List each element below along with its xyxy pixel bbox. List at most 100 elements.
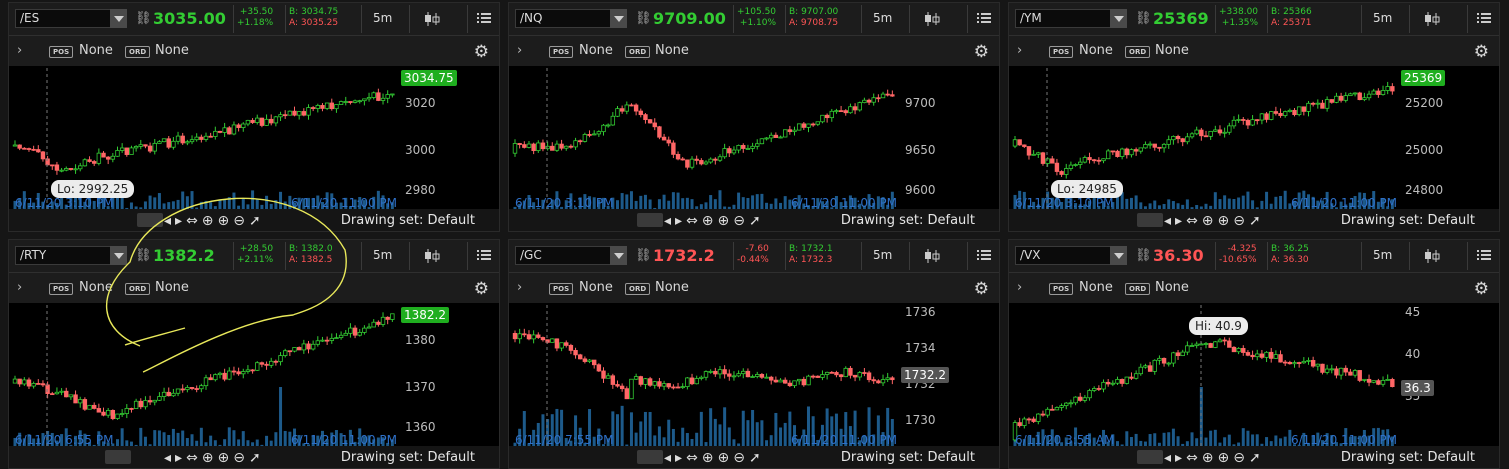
scroll-right-icon[interactable]: ▸ [1175, 213, 1186, 229]
drawing-set-label[interactable]: Drawing set: Default [1341, 213, 1475, 228]
timeframe-selector[interactable]: 5m [873, 248, 892, 262]
fit-icon[interactable]: ⇔ [1186, 450, 1202, 466]
price-chart[interactable]: 6/11/20 3:55 AM 6/11/20 11:00 PM Hi: 40.9 [1011, 305, 1401, 447]
expand-chevron-icon[interactable]: › [17, 280, 22, 295]
cursor-icon[interactable]: ➚ [749, 450, 765, 466]
symbol-dropdown-button[interactable] [1110, 246, 1127, 265]
menu-icon[interactable] [977, 10, 991, 24]
menu-icon[interactable] [1477, 247, 1491, 261]
price-chart[interactable]: 6/11/20 3:10 PM 6/11/20 11:00 PM Lo: 2992.… [11, 68, 401, 210]
candlestick-icon[interactable] [423, 248, 441, 264]
cursor-icon[interactable]: ➚ [1249, 213, 1265, 229]
timeframe-selector[interactable]: 5m [1373, 11, 1392, 25]
zoom-in-icon[interactable]: ⊕ [718, 450, 734, 466]
menu-icon[interactable] [1477, 10, 1491, 24]
link-icon[interactable]: ⛓ [635, 9, 652, 28]
scroll-handle[interactable] [105, 450, 131, 464]
symbol-dropdown-button[interactable] [1110, 9, 1127, 28]
candlestick-chart[interactable] [11, 305, 401, 447]
scroll-right-icon[interactable]: ▸ [1175, 450, 1186, 466]
scroll-handle[interactable] [1137, 450, 1163, 464]
settings-gear-icon[interactable]: ⚙ [1474, 279, 1489, 299]
price-chart[interactable]: 6/11/20 3:10 PM 6/11/20 11:00 PM Lo: 24985 [1011, 68, 1401, 210]
candlestick-icon[interactable] [1423, 248, 1441, 264]
zoom-in-icon[interactable]: ⊕ [218, 213, 234, 229]
link-icon[interactable]: ⛓ [135, 246, 152, 265]
zoom-in-icon[interactable]: ⊕ [218, 450, 234, 466]
scroll-left-icon[interactable]: ◂ [664, 213, 675, 229]
candlestick-icon[interactable] [923, 248, 941, 264]
link-icon[interactable]: ⛓ [135, 9, 152, 28]
settings-gear-icon[interactable]: ⚙ [1474, 42, 1489, 62]
link-icon[interactable]: ⛓ [1135, 9, 1152, 28]
crosshair-icon[interactable]: ⊕ [702, 213, 718, 229]
drawing-set-label[interactable]: Drawing set: Default [841, 213, 975, 228]
expand-chevron-icon[interactable]: › [1017, 280, 1022, 295]
cursor-icon[interactable]: ➚ [249, 213, 265, 229]
cursor-icon[interactable]: ➚ [749, 213, 765, 229]
settings-gear-icon[interactable]: ⚙ [474, 279, 489, 299]
crosshair-icon[interactable]: ⊕ [202, 213, 218, 229]
timeframe-selector[interactable]: 5m [873, 11, 892, 25]
candlestick-icon[interactable] [1423, 11, 1441, 27]
scroll-left-icon[interactable]: ◂ [664, 450, 675, 466]
link-icon[interactable]: ⛓ [1135, 246, 1152, 265]
expand-chevron-icon[interactable]: › [1017, 43, 1022, 58]
candlestick-chart[interactable] [511, 305, 901, 447]
settings-gear-icon[interactable]: ⚙ [474, 42, 489, 62]
scroll-handle[interactable] [637, 450, 663, 464]
zoom-out-icon[interactable]: ⊖ [233, 213, 249, 229]
timeframe-selector[interactable]: 5m [1373, 248, 1392, 262]
scroll-right-icon[interactable]: ▸ [675, 213, 686, 229]
expand-chevron-icon[interactable]: › [517, 280, 522, 295]
timeframe-selector[interactable]: 5m [373, 248, 392, 262]
crosshair-icon[interactable]: ⊕ [702, 450, 718, 466]
price-chart[interactable]: 6/11/20 3:10 PM 6/11/20 11:00 PM [511, 68, 901, 210]
price-chart[interactable]: 6/11/20 7:55 PM 6/11/20 11:00 PM [511, 305, 901, 447]
fit-icon[interactable]: ⇔ [686, 213, 702, 229]
crosshair-icon[interactable]: ⊕ [1202, 450, 1218, 466]
scroll-handle[interactable] [637, 213, 663, 227]
drawing-set-label[interactable]: Drawing set: Default [341, 213, 475, 228]
zoom-out-icon[interactable]: ⊖ [1233, 450, 1249, 466]
zoom-in-icon[interactable]: ⊕ [1218, 213, 1234, 229]
settings-gear-icon[interactable]: ⚙ [974, 42, 989, 62]
fit-icon[interactable]: ⇔ [186, 213, 202, 229]
menu-icon[interactable] [477, 247, 491, 261]
expand-chevron-icon[interactable]: › [517, 43, 522, 58]
scroll-handle[interactable] [1137, 213, 1163, 227]
candlestick-chart[interactable] [511, 68, 901, 210]
scroll-right-icon[interactable]: ▸ [675, 450, 686, 466]
menu-icon[interactable] [477, 10, 491, 24]
scroll-left-icon[interactable]: ◂ [164, 213, 175, 229]
scroll-right-icon[interactable]: ▸ [175, 450, 186, 466]
scroll-left-icon[interactable]: ◂ [164, 450, 175, 466]
symbol-dropdown-button[interactable] [610, 246, 627, 265]
zoom-out-icon[interactable]: ⊖ [733, 450, 749, 466]
fit-icon[interactable]: ⇔ [686, 450, 702, 466]
expand-chevron-icon[interactable]: › [17, 43, 22, 58]
candlestick-icon[interactable] [423, 11, 441, 27]
scroll-left-icon[interactable]: ◂ [1164, 213, 1175, 229]
menu-icon[interactable] [977, 247, 991, 261]
symbol-dropdown-button[interactable] [110, 246, 127, 265]
symbol-dropdown-button[interactable] [610, 9, 627, 28]
timeframe-selector[interactable]: 5m [373, 11, 392, 25]
zoom-in-icon[interactable]: ⊕ [718, 213, 734, 229]
settings-gear-icon[interactable]: ⚙ [974, 279, 989, 299]
crosshair-icon[interactable]: ⊕ [202, 450, 218, 466]
price-chart[interactable]: 6/11/20 6:55 PM 6/11/20 11:00 PM [11, 305, 401, 447]
zoom-out-icon[interactable]: ⊖ [1233, 213, 1249, 229]
cursor-icon[interactable]: ➚ [249, 450, 265, 466]
link-icon[interactable]: ⛓ [635, 246, 652, 265]
symbol-dropdown-button[interactable] [110, 9, 127, 28]
candlestick-icon[interactable] [923, 11, 941, 27]
fit-icon[interactable]: ⇔ [1186, 213, 1202, 229]
crosshair-icon[interactable]: ⊕ [1202, 213, 1218, 229]
zoom-out-icon[interactable]: ⊖ [733, 213, 749, 229]
cursor-icon[interactable]: ➚ [1249, 450, 1265, 466]
zoom-in-icon[interactable]: ⊕ [1218, 450, 1234, 466]
scroll-handle[interactable] [137, 213, 163, 227]
scroll-left-icon[interactable]: ◂ [1164, 450, 1175, 466]
scroll-right-icon[interactable]: ▸ [175, 213, 186, 229]
